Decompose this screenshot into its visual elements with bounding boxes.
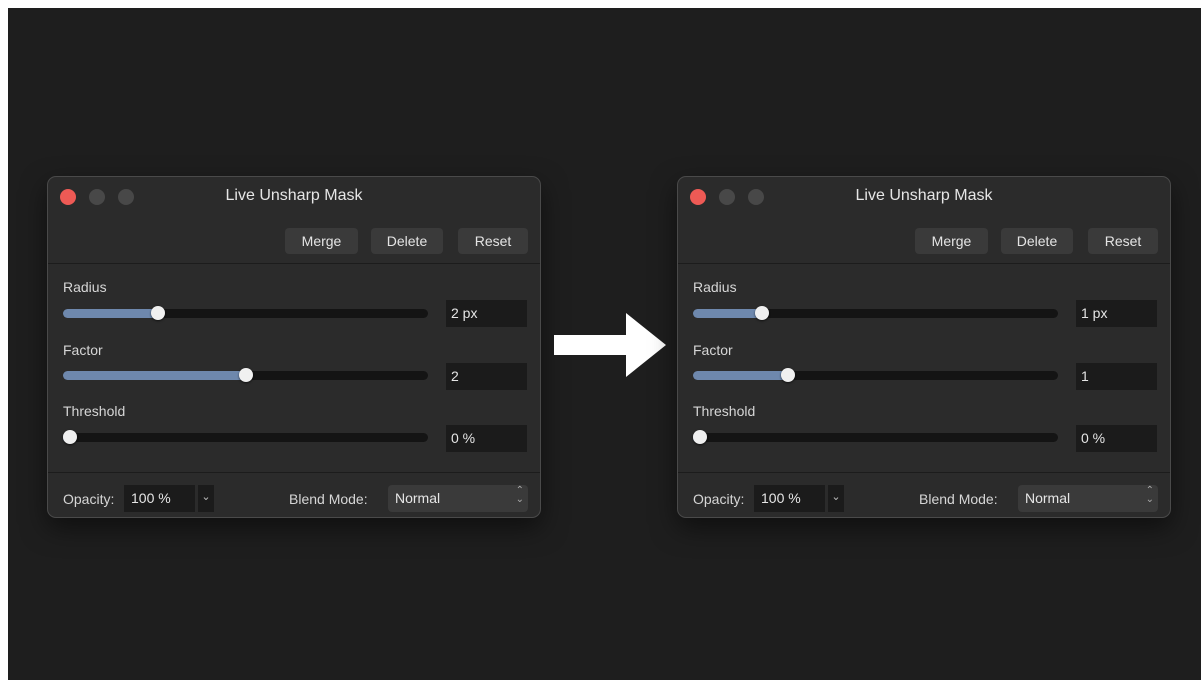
factor-label: Factor — [63, 342, 103, 358]
factor-slider-handle[interactable] — [238, 368, 253, 382]
factor-value-field[interactable]: 1 — [1076, 363, 1157, 390]
radius-slider[interactable] — [693, 306, 1058, 320]
opacity-label: Opacity: — [693, 491, 745, 507]
factor-slider-fill — [63, 371, 246, 380]
factor-slider[interactable] — [693, 368, 1058, 382]
divider — [678, 472, 1170, 473]
opacity-label: Opacity: — [63, 491, 115, 507]
reset-button[interactable]: Reset — [1088, 228, 1158, 254]
factor-slider-fill — [693, 371, 788, 380]
radius-slider-fill — [63, 309, 158, 318]
panel-title: Live Unsharp Mask — [855, 187, 993, 204]
radius-slider-handle[interactable] — [150, 306, 165, 320]
radius-slider-fill — [693, 309, 763, 318]
factor-value-field[interactable]: 2 — [446, 363, 527, 390]
up-down-arrows-icon: ⌃ ⌄ — [1145, 485, 1154, 505]
delete-button[interactable]: Delete — [371, 228, 443, 254]
threshold-slider[interactable] — [63, 430, 428, 444]
merge-button[interactable]: Merge — [915, 228, 988, 254]
right-arrow-icon — [554, 313, 666, 377]
blend-mode-value: Normal — [395, 490, 441, 506]
blend-mode-label: Blend Mode: — [919, 491, 998, 507]
blend-mode-value: Normal — [1025, 490, 1071, 506]
title-bar: Live Unsharp Mask — [678, 177, 1170, 221]
blend-mode-select[interactable]: Normal ⌃ ⌄ — [1018, 485, 1158, 512]
canvas-background: Live Unsharp Mask Merge Delete Reset Rad… — [8, 8, 1201, 680]
chevron-down-icon: ⌄ — [201, 491, 211, 503]
chevron-down-icon: ⌄ — [831, 491, 841, 503]
threshold-value-field[interactable]: 0 % — [446, 425, 527, 452]
opacity-dropdown-button[interactable]: ⌄ — [828, 485, 844, 512]
threshold-slider-handle[interactable] — [693, 430, 708, 444]
divider — [48, 263, 540, 264]
threshold-slider[interactable] — [693, 430, 1058, 444]
factor-slider[interactable] — [63, 368, 428, 382]
divider — [48, 472, 540, 473]
threshold-label: Threshold — [693, 403, 756, 419]
title-bar: Live Unsharp Mask — [48, 177, 540, 221]
opacity-dropdown-button[interactable]: ⌄ — [198, 485, 214, 512]
radius-value-field[interactable]: 1 px — [1076, 300, 1157, 327]
blend-mode-label: Blend Mode: — [289, 491, 368, 507]
radius-label: Radius — [693, 279, 737, 295]
merge-button[interactable]: Merge — [285, 228, 358, 254]
panel-title: Live Unsharp Mask — [225, 187, 363, 204]
unsharp-mask-panel-after: Live Unsharp Mask Merge Delete Reset Rad… — [677, 176, 1171, 518]
blend-mode-select[interactable]: Normal ⌃ ⌄ — [388, 485, 528, 512]
threshold-slider-handle[interactable] — [63, 430, 78, 444]
factor-label: Factor — [693, 342, 733, 358]
threshold-value-field[interactable]: 0 % — [1076, 425, 1157, 452]
delete-button[interactable]: Delete — [1001, 228, 1073, 254]
divider — [678, 263, 1170, 264]
unsharp-mask-panel-before: Live Unsharp Mask Merge Delete Reset Rad… — [47, 176, 541, 518]
radius-slider-handle[interactable] — [755, 306, 770, 320]
factor-slider-handle[interactable] — [780, 368, 795, 382]
radius-label: Radius — [63, 279, 107, 295]
opacity-field[interactable]: 100 % — [124, 485, 195, 512]
radius-value-field[interactable]: 2 px — [446, 300, 527, 327]
up-down-arrows-icon: ⌃ ⌄ — [515, 485, 524, 505]
reset-button[interactable]: Reset — [458, 228, 528, 254]
radius-slider[interactable] — [63, 306, 428, 320]
opacity-field[interactable]: 100 % — [754, 485, 825, 512]
threshold-label: Threshold — [63, 403, 126, 419]
